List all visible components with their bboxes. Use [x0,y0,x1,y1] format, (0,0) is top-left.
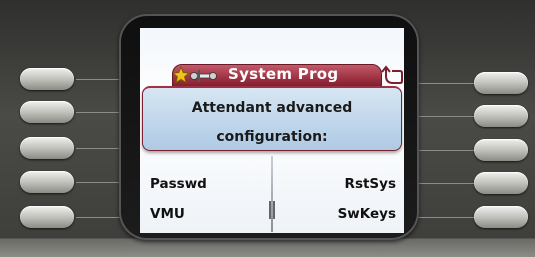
divider-notch [269,201,275,219]
prompt-box: Attendant advanced configuration: [142,86,402,151]
softkey-label-rstsys[interactable]: RstSys [345,176,396,192]
softkey-label-swkeys[interactable]: SwKeys [338,206,396,222]
back-arrow-icon[interactable] [380,64,404,86]
screen-title: System Prog [228,65,339,83]
softkey-label-vmu[interactable]: VMU [150,206,185,222]
prompt-line-2: configuration: [216,129,328,145]
left-softkey-5[interactable] [20,206,74,228]
right-softkey-5[interactable] [474,206,528,228]
right-softkey-1[interactable] [474,72,528,94]
lcd-screen: System Prog Attendant advanced configura… [140,28,404,233]
prompt-line-1: Attendant advanced [191,100,353,116]
right-softkey-2[interactable] [474,105,528,127]
softkey-label-passwd[interactable]: Passwd [150,176,207,192]
tools-icon [190,70,217,82]
right-softkey-3[interactable] [474,139,528,161]
left-softkey-2[interactable] [20,101,74,123]
right-softkey-4[interactable] [474,172,528,194]
left-softkey-1[interactable] [20,68,74,90]
star-icon [172,66,190,84]
left-softkey-4[interactable] [20,171,74,193]
bezel-bottom-edge [0,238,535,257]
left-softkey-3[interactable] [20,137,74,159]
softkey-divider [271,156,273,232]
